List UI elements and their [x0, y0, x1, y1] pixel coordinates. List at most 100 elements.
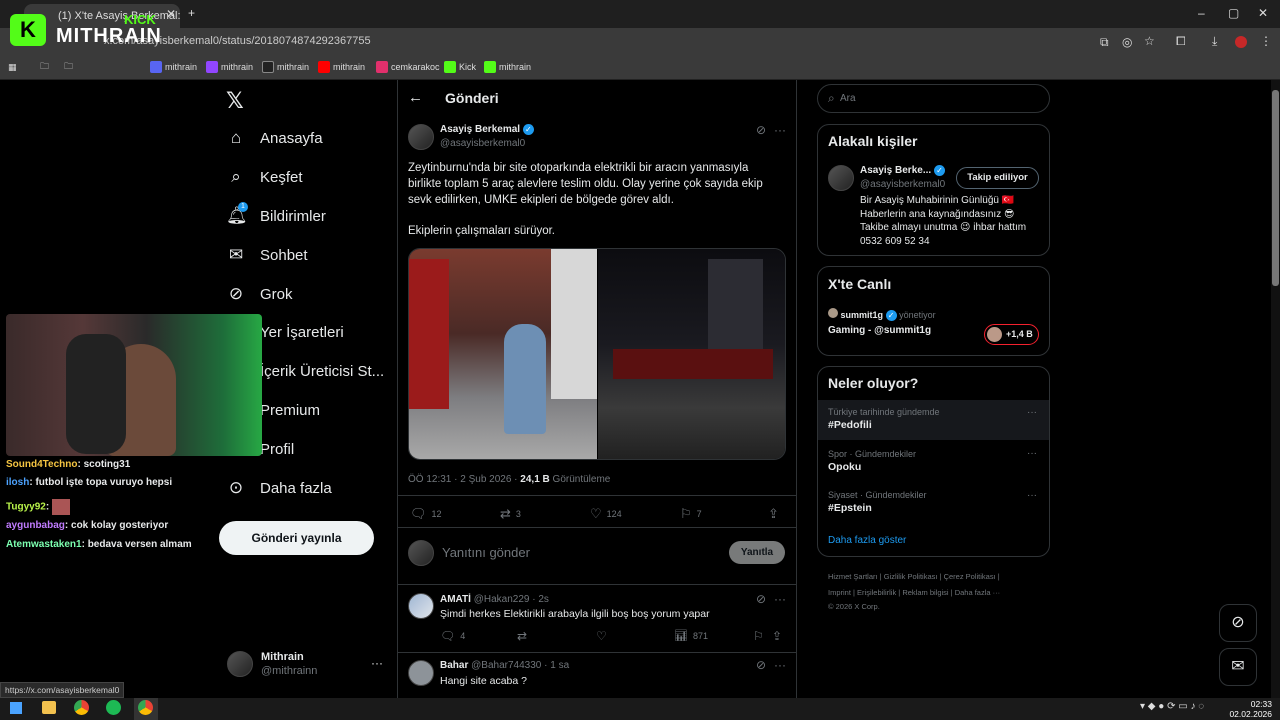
bookmark-item[interactable]: mithrain	[262, 60, 309, 74]
trend-more-icon[interactable]: ···	[1027, 490, 1037, 501]
nav-more[interactable]: ⊙ Daha fazla	[226, 474, 332, 502]
apps-icon[interactable]: ▦	[8, 60, 17, 74]
like-action[interactable]: ♡ 124	[590, 506, 622, 522]
footer-links[interactable]: Imprint | Erişilebilirlik | Reklam bilgi…	[828, 588, 1000, 597]
nav-home[interactable]: ⌂ Anasayfa	[226, 124, 323, 152]
reply-handle[interactable]: @Bahar744330 · 1 sa	[471, 660, 569, 671]
file-explorer-icon[interactable]	[42, 701, 56, 714]
grok-float-button[interactable]: ⊘	[1219, 604, 1257, 642]
bookmark-item[interactable]: mithrain	[484, 60, 531, 74]
show-more-link[interactable]: Daha fazla göster	[828, 535, 906, 546]
post-more-icon[interactable]: ···	[774, 123, 786, 137]
heart-icon[interactable]: ♡	[596, 629, 607, 643]
emergency-vehicles-shape	[613, 349, 773, 379]
bookmark-item[interactable]: Kick	[444, 60, 476, 74]
media-photo-left[interactable]	[409, 249, 597, 459]
tray-icons[interactable]: ▾ ◆ ● ⟳ ▭ ♪ ◌	[1140, 701, 1204, 712]
profile-avatar-icon[interactable]	[1235, 36, 1247, 48]
reply-author[interactable]: AMATİ	[440, 594, 471, 605]
share-icon[interactable]: ⇪	[772, 629, 782, 643]
bookmark-item[interactable]: mithrain	[318, 60, 365, 74]
reply-action[interactable]: 🗨︎ 4	[440, 629, 465, 643]
new-tab-icon[interactable]: +	[188, 6, 195, 20]
reply-more-icon[interactable]: ···	[774, 658, 786, 672]
kick-logo-icon: K	[10, 14, 46, 46]
live-host[interactable]: summit1g ✓ yönetiyor	[828, 308, 936, 322]
chrome-icon[interactable]	[138, 700, 153, 715]
nav-explore[interactable]: ⌕ Keşfet	[226, 163, 302, 191]
following-button[interactable]: Takip ediliyor	[956, 167, 1039, 189]
listener-count: +1,4 B	[1006, 329, 1033, 339]
chrome-icon[interactable]	[74, 700, 89, 715]
spotify-icon[interactable]	[106, 700, 121, 715]
grok-icon[interactable]: ⊘	[756, 123, 766, 137]
views-action[interactable]: 📊︎ 871	[674, 629, 708, 642]
bookmark-icon[interactable]: ⚐	[753, 629, 764, 643]
reply-header: Bahar @Bahar744330 · 1 sa	[440, 660, 569, 671]
divider	[398, 652, 796, 653]
windows-start-icon[interactable]	[10, 702, 22, 714]
nav-notifications[interactable]: 🔔︎ 1 Bildirimler	[226, 202, 326, 230]
reply-action[interactable]: 🗨︎ 12	[410, 506, 442, 522]
clock[interactable]: 02:33 02.02.2026	[1229, 699, 1272, 719]
live-stream-title[interactable]: Gaming - @summit1g	[828, 325, 931, 336]
reply-input[interactable]: Yanıtını gönder	[442, 545, 530, 560]
folder-icon[interactable]: 🗀	[40, 60, 49, 74]
fire-truck-shape	[409, 259, 449, 409]
menu-dots-icon[interactable]: ⋮	[1260, 34, 1272, 48]
download-icon[interactable]: ⤓	[1212, 34, 1217, 49]
bookmark-item[interactable]: mithrain	[150, 60, 197, 74]
related-name[interactable]: Asayiş Berke... ✓	[860, 165, 945, 176]
close-tab-icon[interactable]: ✕	[166, 7, 176, 21]
reply-author[interactable]: Bahar	[440, 660, 468, 671]
extensions-icon[interactable]: ⧠	[1176, 34, 1186, 49]
trend-item[interactable]: #Pedofili	[828, 419, 872, 431]
star-icon[interactable]: ☆	[1144, 34, 1155, 48]
bookmark-action[interactable]: ⚐ 7	[680, 506, 702, 522]
nav-grok[interactable]: ⊘ Grok	[226, 280, 293, 308]
folder-icon[interactable]: 🗀	[64, 60, 73, 74]
maximize-icon[interactable]: ▢	[1228, 6, 1239, 20]
live-listeners-pill[interactable]: +1,4 B	[984, 324, 1039, 345]
share-icon[interactable]: ⇪	[768, 506, 779, 522]
reply-avatar[interactable]	[408, 593, 434, 619]
footer-links[interactable]: Hizmet Şartları | Gizlilik Politikası | …	[828, 572, 1000, 581]
eye-off-icon[interactable]: ◎	[1122, 35, 1132, 49]
trends-title: Neler oluyor?	[828, 375, 919, 391]
trend-more-icon[interactable]: ···	[1027, 448, 1037, 459]
search-input[interactable]: ⌕ Ara	[817, 84, 1050, 113]
messages-float-button[interactable]: ✉	[1219, 648, 1257, 686]
back-arrow-icon[interactable]: ←	[408, 89, 423, 106]
grok-icon[interactable]: ⊘	[756, 592, 766, 606]
repost-icon[interactable]: ⇄	[517, 629, 527, 643]
scrollbar-thumb[interactable]	[1272, 90, 1279, 286]
nav-chat[interactable]: ✉ Sohbet	[226, 241, 308, 269]
trend-more-icon[interactable]: ···	[1027, 407, 1037, 418]
reply-submit-button[interactable]: Yanıtla	[729, 541, 785, 564]
author-name[interactable]: Asayiş Berkemal ✓	[440, 124, 534, 135]
post-button[interactable]: Gönderi yayınla	[219, 521, 374, 555]
reply-handle[interactable]: @Hakan229 · 2s	[474, 594, 549, 605]
account-avatar[interactable]	[227, 651, 253, 677]
bookmark-item[interactable]: mithrain	[206, 60, 253, 74]
post-media[interactable]	[408, 248, 786, 460]
author-handle[interactable]: @asayisberkemal0	[440, 138, 525, 149]
cast-icon[interactable]: ⧉	[1100, 35, 1109, 50]
views-count: 871	[692, 630, 708, 641]
trend-item[interactable]: #Epstein	[828, 502, 872, 514]
related-avatar[interactable]	[828, 165, 854, 191]
grok-icon[interactable]: ⊘	[756, 658, 766, 672]
close-window-icon[interactable]: ✕	[1258, 6, 1268, 20]
repost-action[interactable]: ⇄ 3	[500, 506, 521, 522]
chat-user: Tugyy92	[6, 501, 46, 513]
bookmark-item[interactable]: cemkarakoc	[376, 60, 440, 74]
account-menu-icon[interactable]: ···	[371, 656, 383, 670]
author-avatar[interactable]	[408, 124, 434, 150]
reply-avatar[interactable]	[408, 660, 434, 686]
reply-more-icon[interactable]: ···	[774, 592, 786, 606]
trend-item[interactable]: Opoku	[828, 461, 861, 473]
media-photo-right[interactable]	[598, 249, 785, 459]
related-handle[interactable]: @asayisberkemal0	[860, 179, 945, 190]
minimize-icon[interactable]: –	[1198, 6, 1205, 20]
x-logo-icon[interactable]: 𝕏	[226, 88, 244, 114]
